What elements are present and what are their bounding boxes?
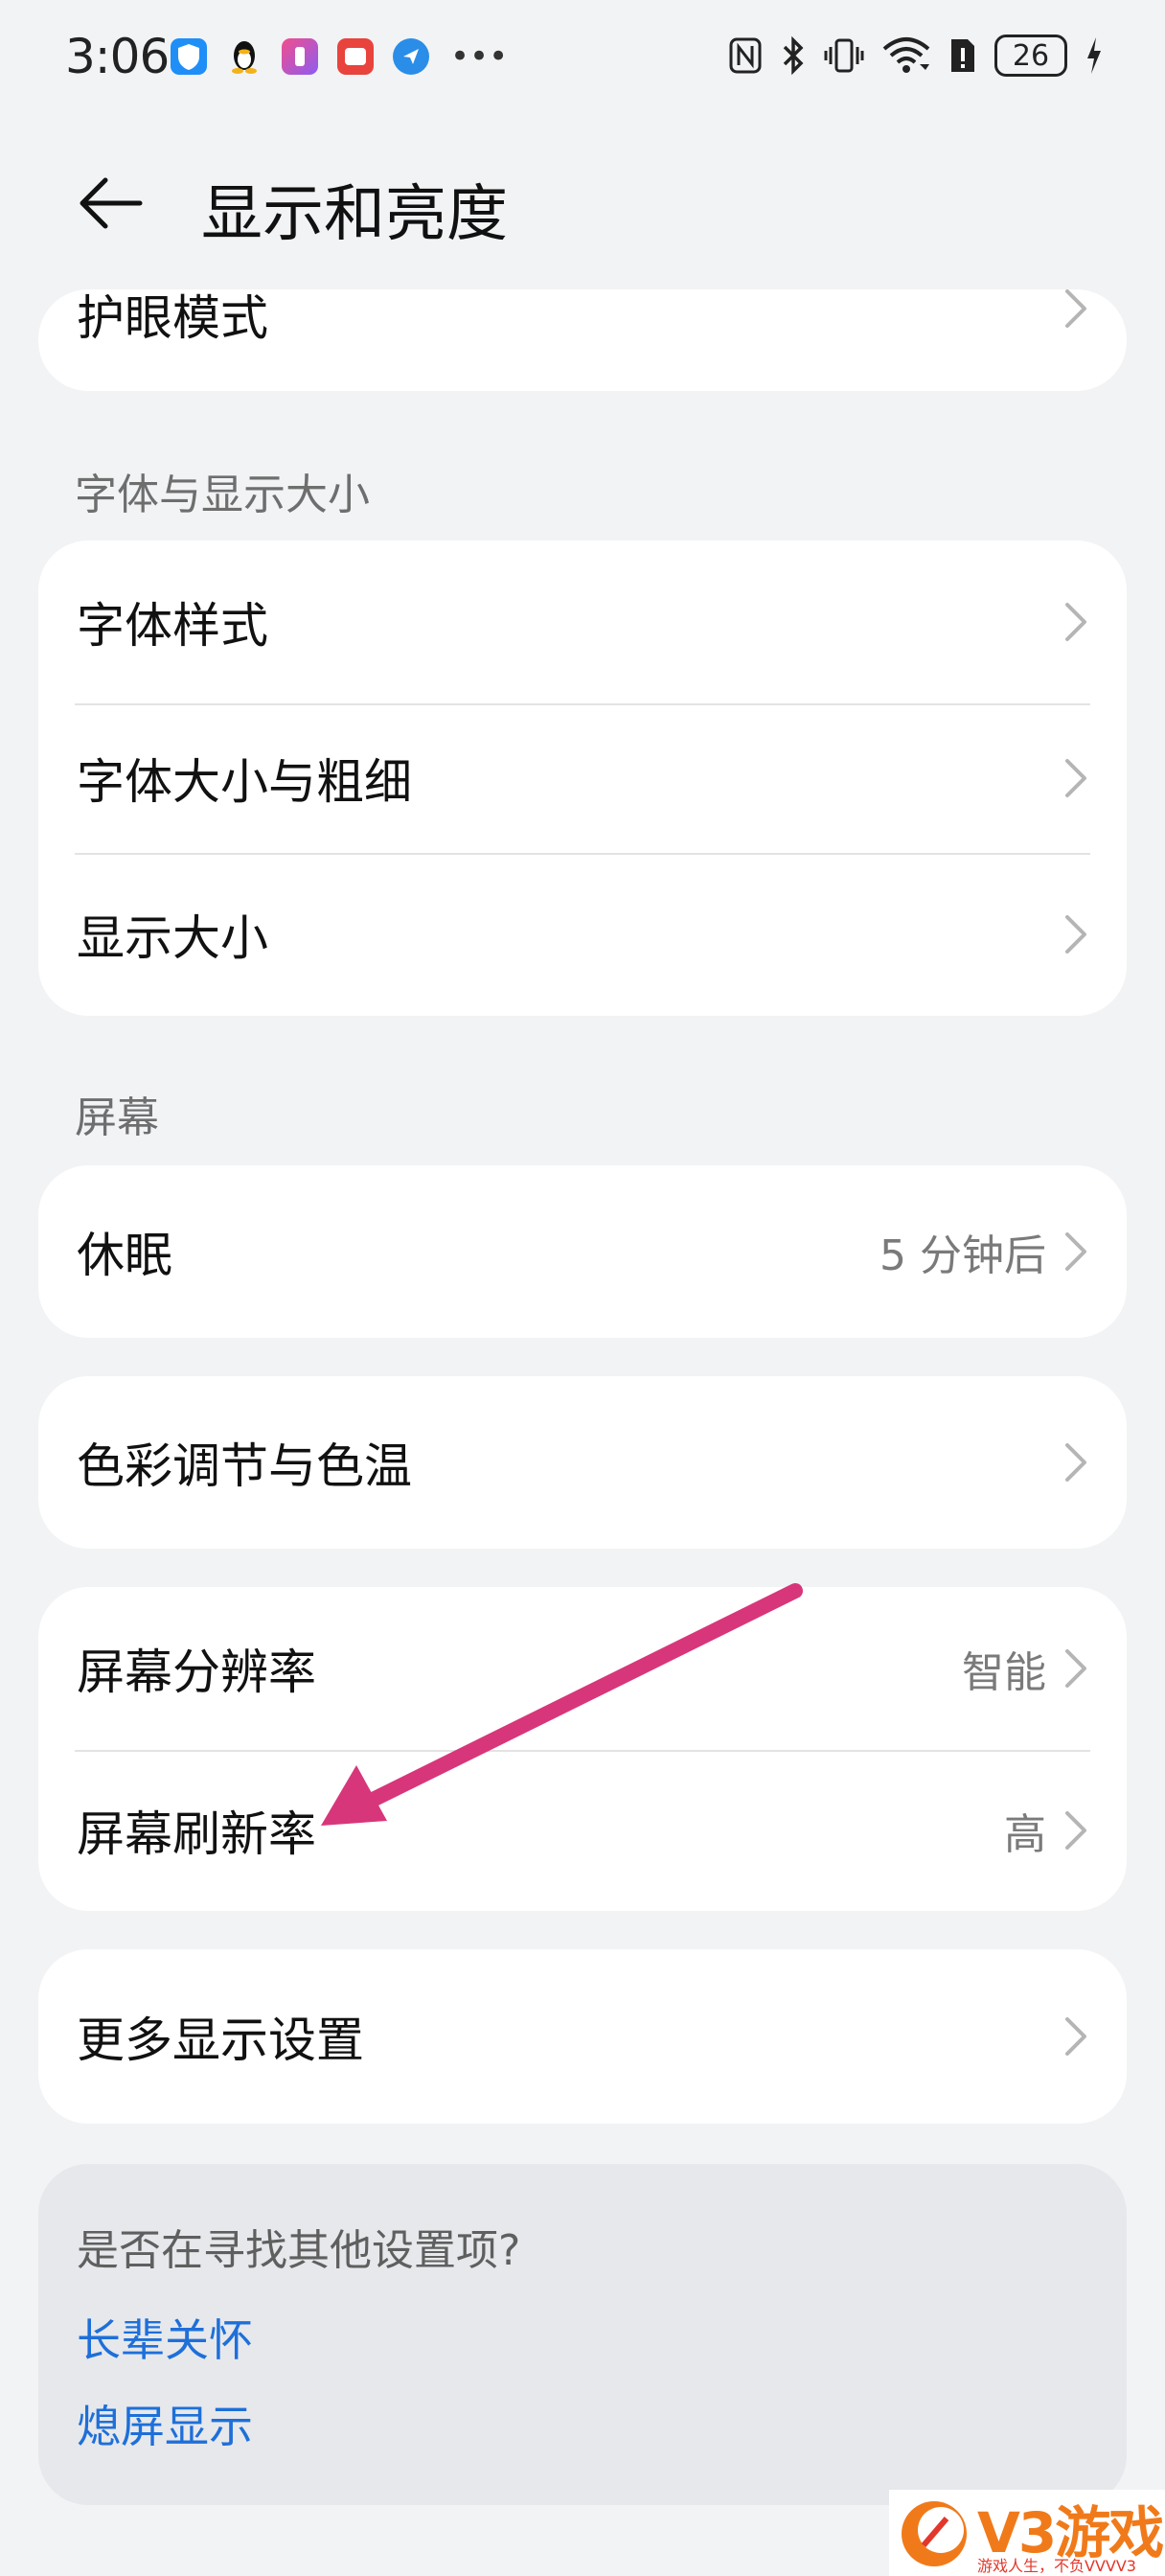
screen-resolution-card: 屏幕分辨率 智能 屏幕刷新率 高 [38,1587,1127,1911]
notification-icons: ••• [171,38,508,75]
row-label: 屏幕分辨率 [77,1644,316,1700]
font-size-weight-row[interactable]: 字体大小与粗细 [38,703,1127,853]
status-time: 3:06 [65,29,170,84]
charging-icon [1087,37,1101,74]
row-label: 休眠 [77,1228,172,1283]
bluetooth-icon [783,35,804,76]
chevron-right-icon [1065,1443,1086,1482]
battery-indicator: 26 [994,34,1067,77]
app-header: 显示和亮度 [0,153,1165,250]
watermark-tagline: 游戏人生，不负VVVV3 [977,2557,1136,2575]
chevron-right-icon [1065,759,1086,797]
suggestions-title: 是否在寻找其他设置项? [77,2226,521,2275]
chevron-right-icon [1065,2017,1086,2056]
section-title-font: 字体与显示大小 [75,471,370,519]
color-temperature-card[interactable]: 色彩调节与色温 [38,1376,1127,1549]
resolution-row[interactable]: 屏幕分辨率 智能 [38,1587,1127,1750]
watermark-logo: V3游戏 游戏人生，不负VVVV3 [889,2490,1165,2576]
eye-comfort-card[interactable]: 护眼模式 [38,289,1127,391]
font-settings-card: 字体样式 字体大小与粗细 显示大小 [38,540,1127,1016]
refresh-rate-value: 高 [1004,1810,1046,1859]
more-notifications-icon: ••• [450,37,509,76]
app-icon-purple [282,38,318,75]
display-size-row[interactable]: 显示大小 [38,853,1127,1016]
system-indicators: 26 [728,34,1104,77]
resolution-value: 智能 [962,1648,1046,1697]
vibrate-icon [824,38,864,73]
row-label: 字体大小与粗细 [77,754,412,810]
chevron-right-icon [1065,915,1086,954]
status-bar: 3:06 ••• 26 [0,0,1165,115]
qq-penguin-icon [226,38,263,75]
chevron-right-icon [1065,1811,1086,1850]
sleep-value: 5 分钟后 [879,1231,1046,1280]
nfc-icon [729,37,762,74]
settings-page: 3:06 ••• 26 显示和亮度 护眼模式 字体与显示大小 字体样式 字体大小… [0,0,1165,2576]
eye-comfort-row[interactable]: 护眼模式 [38,289,1127,391]
shield-icon [171,38,207,75]
back-arrow-icon[interactable] [77,174,146,232]
row-label: 更多显示设置 [77,2012,364,2068]
suggestions-panel: 是否在寻找其他设置项? 长辈关怀 熄屏显示 [38,2164,1127,2505]
row-label: 显示大小 [77,910,268,966]
more-display-settings-row[interactable]: 更多显示设置 [38,1949,1127,2124]
suggestion-link-elder-care[interactable]: 长辈关怀 [77,2306,1088,2369]
color-temperature-row[interactable]: 色彩调节与色温 [38,1376,1127,1549]
refresh-rate-row[interactable]: 屏幕刷新率 高 [38,1750,1127,1911]
chevron-right-icon [1065,1232,1086,1271]
v3-logo-icon [902,2501,967,2566]
row-label: 屏幕刷新率 [77,1806,316,1862]
font-style-row[interactable]: 字体样式 [38,540,1127,703]
more-display-settings-card[interactable]: 更多显示设置 [38,1949,1127,2124]
chevron-right-icon [1065,603,1086,641]
sleep-card[interactable]: 休眠 5 分钟后 [38,1165,1127,1338]
suggestion-link-always-on-display[interactable]: 熄屏显示 [77,2392,1088,2455]
chevron-right-icon [1065,289,1086,328]
row-label: 色彩调节与色温 [77,1438,412,1494]
section-title-screen: 屏幕 [75,1093,159,1142]
chevron-right-icon [1065,1649,1086,1688]
app-icon-blue [393,38,429,75]
page-title: 显示和亮度 [201,179,508,250]
wifi-icon [882,37,930,73]
row-label: 字体样式 [77,598,268,654]
sim-alert-icon [951,39,974,72]
app-icon-red [337,38,374,75]
sleep-row[interactable]: 休眠 5 分钟后 [38,1165,1127,1338]
row-label: 护眼模式 [77,290,268,346]
